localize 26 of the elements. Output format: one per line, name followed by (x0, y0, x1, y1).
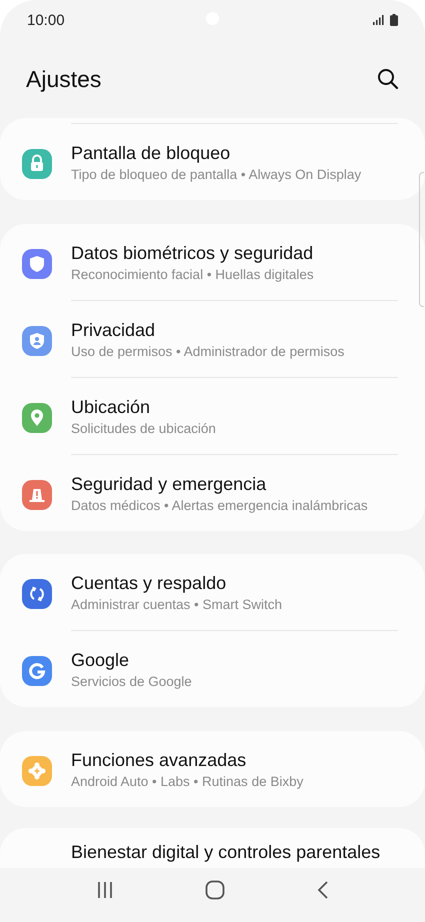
setting-title[interactable]: Ubicación (71, 395, 401, 419)
search-icon[interactable] (377, 68, 399, 90)
page-title: Ajustes (26, 66, 102, 92)
setting-title[interactable]: Pantalla de bloqueo (71, 141, 401, 165)
setting-subtitle: Datos médicos • Alertas emergencia inalámbricas (71, 497, 369, 515)
setting-title[interactable]: Cuentas y respaldo (71, 571, 401, 595)
setting-subtitle: Tipo de bloqueo de pantalla • Always On Display (71, 166, 362, 184)
scrollbar[interactable] (419, 172, 424, 307)
setting-subtitle: Reconocimiento facial • Huellas digitales (71, 266, 315, 284)
battery-icon (390, 14, 398, 26)
back-icon[interactable] (317, 881, 330, 899)
setting-subtitle: Android Auto • Labs • Rutinas de Bixby (71, 773, 304, 791)
signal-icon (373, 15, 385, 25)
recent-apps-icon[interactable] (96, 881, 114, 899)
setting-title[interactable]: Google (71, 648, 401, 672)
setting-title[interactable]: Bienestar digital y controles parentales (0, 828, 425, 864)
setting-subtitle: Solicitudes de ubicación (71, 420, 217, 438)
home-icon[interactable] (205, 880, 226, 900)
setting-title[interactable]: Privacidad (71, 318, 401, 342)
status-time: 10:00 (27, 12, 65, 28)
setting-title[interactable]: Datos biométricos y seguridad (71, 241, 401, 265)
setting-subtitle: Administrar cuentas • Smart Switch (71, 596, 284, 614)
setting-subtitle: Uso de permisos • Administrador de permisos (71, 343, 346, 361)
setting-subtitle: Servicios de Google (71, 673, 193, 691)
setting-title[interactable]: Seguridad y emergencia (71, 472, 401, 496)
setting-title[interactable]: Funciones avanzadas (71, 748, 401, 772)
